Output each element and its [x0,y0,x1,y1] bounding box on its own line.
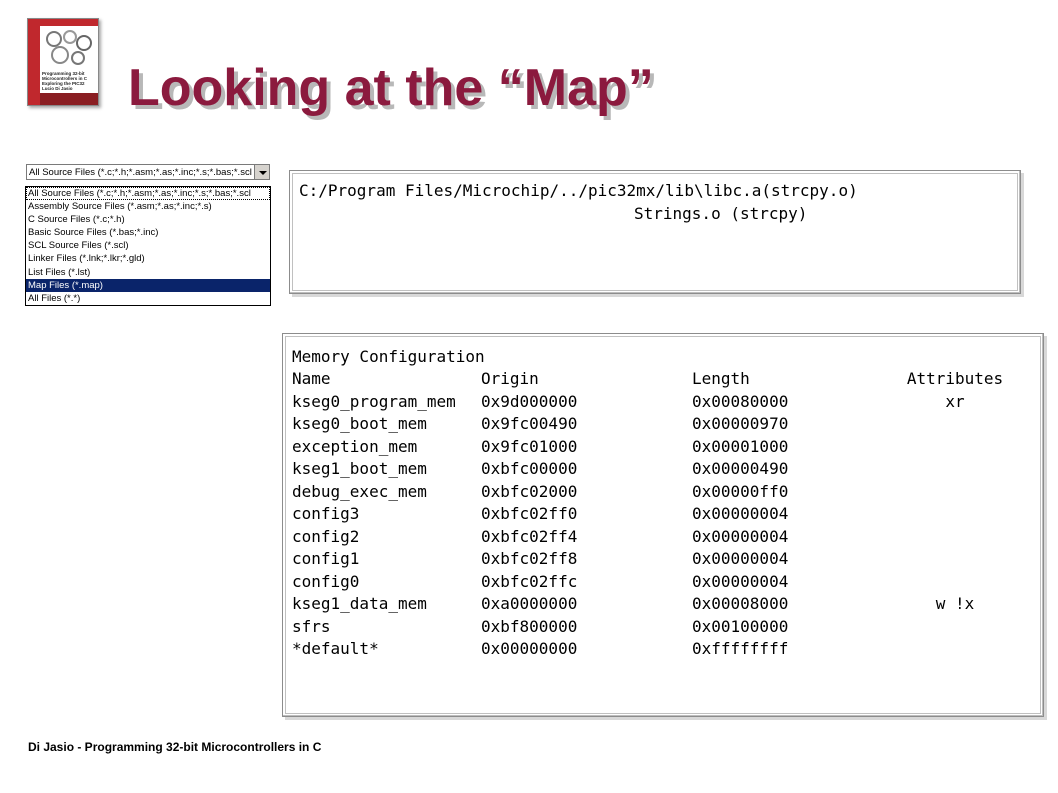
memory-region-origin: 0x9d000000 [481,391,578,411]
memory-region-attributes [880,435,1030,458]
archive-reference-line: Strings.o (strcpy) [634,204,808,223]
memory-region-attributes [880,615,1030,638]
table-row: kseg1_boot_mem 0xbfc00000 0x00000490 [292,458,1030,481]
memory-region-attributes [880,458,1030,481]
memory-region-origin: 0xbfc02ff0 [481,504,578,524]
table-row: config2 0xbfc02ff4 0x00000004 [292,525,1030,548]
memory-region-name: config2 [292,526,360,546]
memory-region-length: 0x00000004 [692,526,789,546]
file-type-select[interactable]: All Source Files (*.c;*.h;*.asm;*.as;*.i… [26,164,268,180]
memory-region-attributes: xr [945,391,965,411]
memory-region-length: 0x00000970 [692,414,789,434]
memory-region-origin: 0xbfc02ff8 [481,549,578,569]
column-header-origin: Origin [481,369,539,389]
file-type-option[interactable]: Linker Files (*.lnk;*.lkr;*.gld) [26,252,270,265]
book-cover-image: Programming 32-bit Microcontrollers in C… [27,18,99,106]
memory-region-length: 0x00001000 [692,436,789,456]
table-row: kseg0_program_mem 0x9d000000 0x00080000 xr [292,390,1030,413]
footer-caption: Di Jasio - Programming 32-bit Microcontr… [28,740,322,754]
memory-region-attributes: w !x [935,594,975,614]
table-row: kseg1_data_mem 0xa0000000 0x00008000 w !x [292,593,1030,616]
table-row: *default* 0x00000000 0xffffffff [292,638,1030,661]
slide-title: Looking at the “Map” [128,59,654,117]
memory-region-origin: 0xbf800000 [481,616,578,636]
memory-configuration-heading: Memory Configuration [292,346,485,366]
file-type-option[interactable]: C Source Files (*.c;*.h) [26,213,270,226]
memory-region-length: 0x00080000 [692,391,789,411]
memory-region-attributes [880,638,1030,661]
memory-region-name: kseg0_boot_mem [292,414,427,434]
memory-region-name: config0 [292,571,360,591]
memory-region-length: 0x00000ff0 [692,481,789,501]
table-row: debug_exec_mem 0xbfc02000 0x00000ff0 [292,480,1030,503]
file-type-option[interactable]: All Files (*.*) [26,292,270,305]
table-row: config3 0xbfc02ff0 0x00000004 [292,503,1030,526]
file-type-option[interactable]: Basic Source Files (*.bas;*.inc) [26,226,270,239]
memory-region-name: kseg1_data_mem [292,594,427,614]
table-row: config0 0xbfc02ffc 0x00000004 [292,570,1030,593]
file-type-option[interactable]: Assembly Source Files (*.asm;*.as;*.inc;… [26,200,270,213]
memory-region-origin: 0x00000000 [481,639,578,659]
memory-region-name: *default* [292,639,379,659]
memory-region-attributes [880,548,1030,571]
memory-configuration-table: Memory Configuration Name Origin Length … [292,345,1030,660]
file-type-option[interactable]: SCL Source Files (*.scl) [26,239,270,252]
memory-region-origin: 0xbfc00000 [481,459,578,479]
memory-region-name: config3 [292,504,360,524]
memory-region-name: debug_exec_mem [292,481,427,501]
memory-region-attributes [880,570,1030,593]
file-type-dropdown-list: All Source Files (*.c;*.h;*.asm;*.as;*.i… [25,186,271,306]
memory-region-length: 0x00000490 [692,459,789,479]
memory-region-name: kseg0_program_mem [292,391,456,411]
memory-region-name: config1 [292,549,360,569]
memory-region-attributes [880,525,1030,548]
column-header-name: Name [292,369,331,389]
memory-heading-row: Memory Configuration [292,345,1030,368]
memory-region-origin: 0xbfc02ffc [481,571,578,591]
memory-region-length: 0x00008000 [692,594,789,614]
memory-region-length: 0x00000004 [692,549,789,569]
file-type-option[interactable]: List Files (*.lst) [26,266,270,279]
memory-configuration-box: Memory Configuration Name Origin Length … [282,333,1044,717]
table-row: kseg0_boot_mem 0x9fc00490 0x00000970 [292,413,1030,436]
memory-region-name: exception_mem [292,436,418,456]
table-row: exception_mem 0x9fc01000 0x00001000 [292,435,1030,458]
memory-region-origin: 0xbfc02ff4 [481,526,578,546]
memory-region-length: 0xffffffff [692,639,789,659]
memory-region-origin: 0x9fc00490 [481,414,578,434]
memory-region-name: sfrs [292,616,331,636]
cover-swirl-graphic [46,30,92,65]
dropdown-arrow-icon[interactable] [254,164,270,180]
memory-region-origin: 0x9fc01000 [481,436,578,456]
archive-member-box: C:/Program Files/Microchip/../pic32mx/li… [289,170,1021,294]
memory-region-origin: 0xa0000000 [481,594,578,614]
memory-region-name: kseg1_boot_mem [292,459,427,479]
memory-region-length: 0x00100000 [692,616,789,636]
archive-path-line: C:/Program Files/Microchip/../pic32mx/li… [299,181,858,200]
file-type-option[interactable]: All Source Files (*.c;*.h;*.asm;*.as;*.i… [26,187,270,201]
memory-region-attributes [880,413,1030,436]
table-row: sfrs 0xbf800000 0x00100000 [292,615,1030,638]
book-cover-title: Programming 32-bit Microcontrollers in C… [42,71,88,91]
memory-region-length: 0x00000004 [692,571,789,591]
table-row: config1 0xbfc02ff8 0x00000004 [292,548,1030,571]
memory-region-attributes [880,480,1030,503]
column-header-length: Length [692,369,750,389]
memory-region-length: 0x00000004 [692,504,789,524]
memory-region-origin: 0xbfc02000 [481,481,578,501]
memory-region-attributes [880,503,1030,526]
file-type-option-map-files[interactable]: Map Files (*.map) [26,278,270,292]
column-header-attributes: Attributes [906,369,1004,389]
memory-header-row: Name Origin Length Attributes [292,368,1030,391]
